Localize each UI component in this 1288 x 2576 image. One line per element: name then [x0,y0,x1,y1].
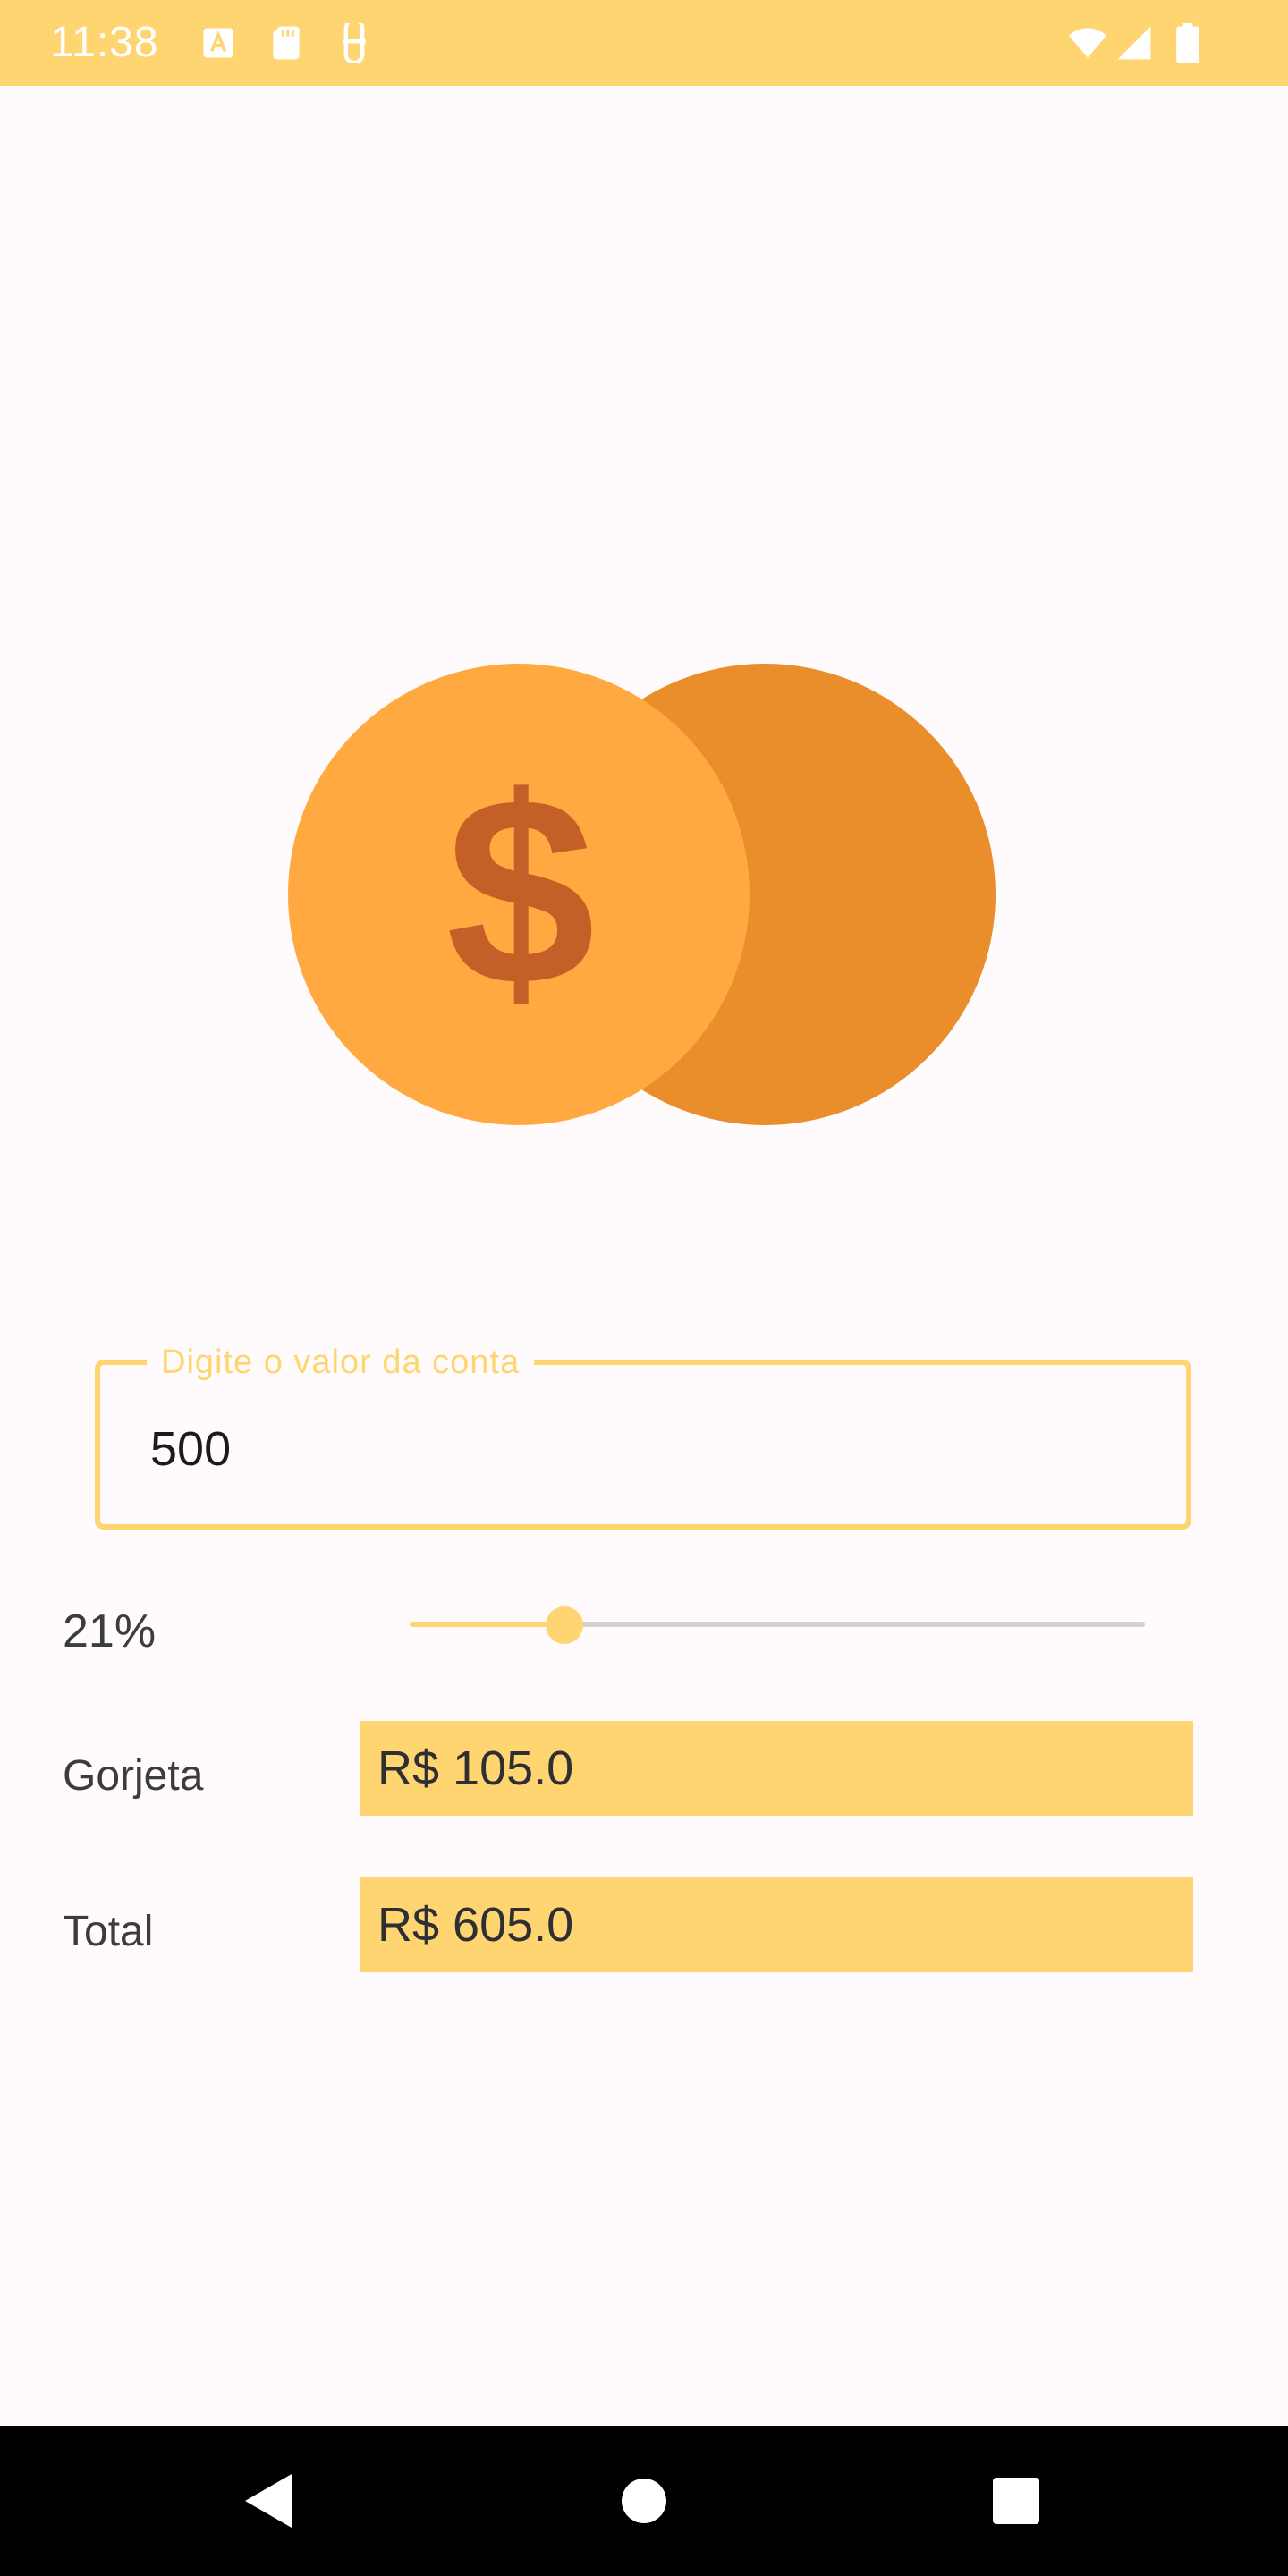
coins-logo: $ [286,662,1002,1127]
tip-label: Gorjeta [63,1752,204,1800]
app-screen: 11:38 $ Digite o valor da conta 500 21% … [0,0,1288,2576]
home-icon[interactable] [569,2426,719,2576]
svg-text:$: $ [446,741,596,1041]
total-label: Total [63,1908,154,1955]
font-a-icon [199,23,238,63]
slider-active-track [410,1622,564,1627]
sd-card-icon [267,23,306,63]
total-value: R$ 605.0 [360,1877,1193,1972]
wifi-icon [1064,23,1111,63]
face-mask-icon [335,23,374,63]
cell-signal-icon [1114,23,1154,63]
tip-value: R$ 105.0 [360,1721,1193,1816]
navigation-bar [0,2426,1288,2576]
coins-dollar-icon: $ [288,664,996,1125]
tip-percent-slider[interactable] [410,1597,1145,1651]
bill-amount-field[interactable]: Digite o valor da conta [95,1342,1191,1530]
tip-percent-label: 21% [63,1606,157,1657]
status-bar: 11:38 [0,0,1288,86]
bill-amount-input[interactable] [150,1422,1134,1476]
back-icon[interactable] [193,2426,343,2576]
status-time: 11:38 [50,19,159,66]
bill-amount-label: Digite o valor da conta [147,1342,535,1383]
slider-thumb[interactable] [546,1606,583,1644]
recents-icon[interactable] [941,2426,1091,2576]
battery-icon [1170,23,1206,63]
